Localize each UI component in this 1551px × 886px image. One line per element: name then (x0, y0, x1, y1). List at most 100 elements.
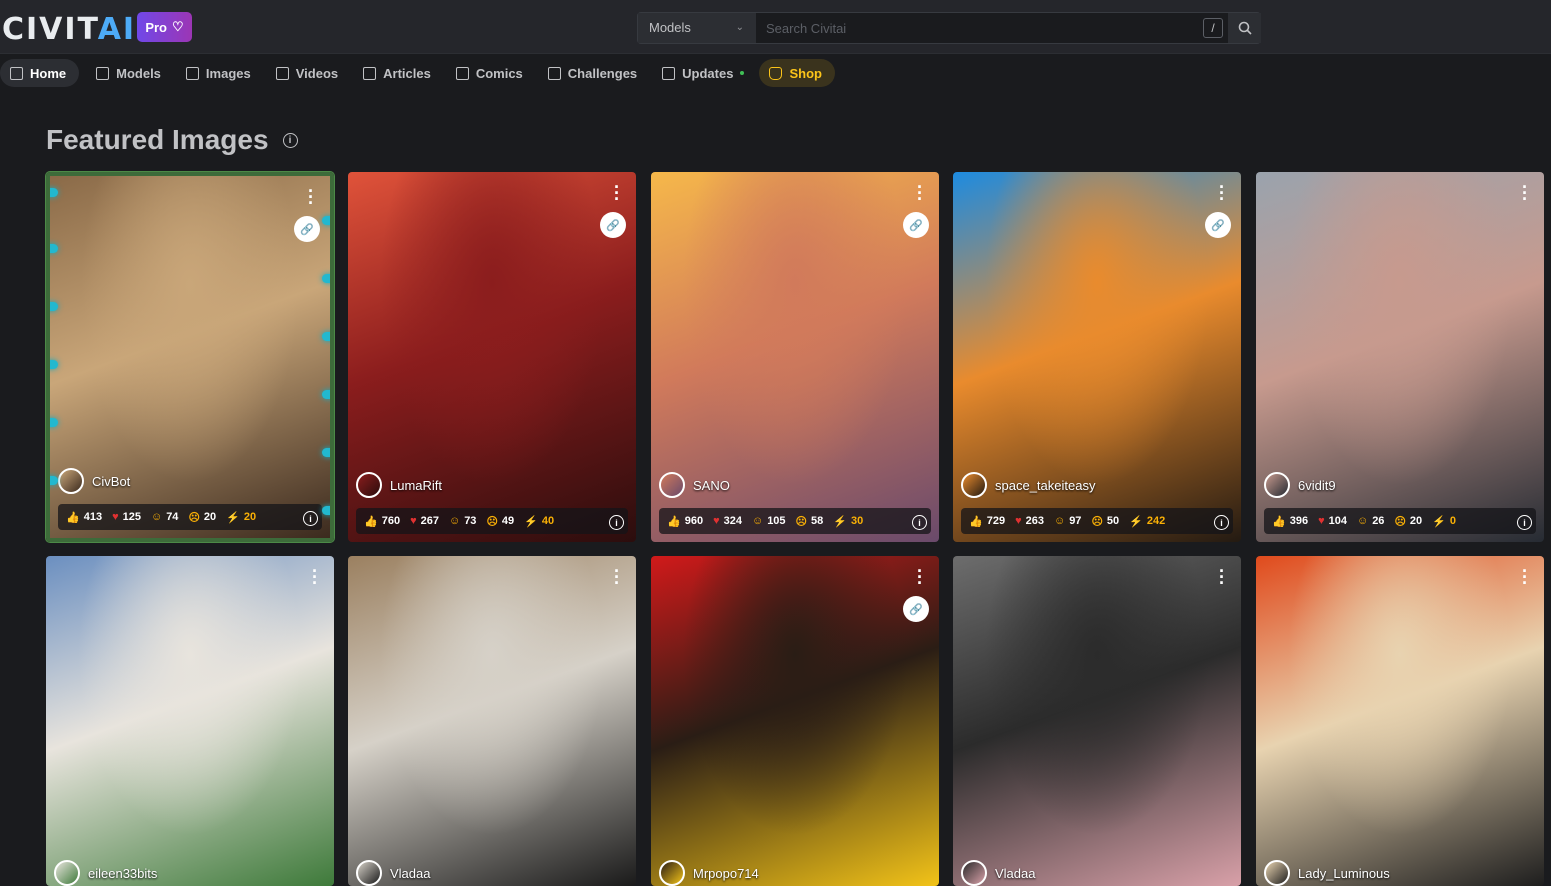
more-options-icon[interactable]: · · · (612, 562, 622, 592)
reaction-count[interactable]: ♥ 263 (1015, 515, 1044, 527)
search-scope-select[interactable]: Models ⌄ (638, 13, 756, 43)
more-options-icon[interactable]: · · · (915, 562, 925, 592)
reaction-count[interactable]: ⚡ 242 (1129, 515, 1165, 528)
diamond-icon: ♡ (172, 19, 184, 34)
selection-handle[interactable] (50, 302, 58, 311)
nav-videos[interactable]: Videos (266, 59, 351, 87)
nav-comics[interactable]: Comics (446, 59, 536, 87)
more-options-icon[interactable]: · · · (612, 178, 622, 208)
creator-info[interactable]: Mrpopo714 (659, 860, 759, 886)
image-info-icon[interactable]: i (609, 515, 624, 530)
image-card[interactable]: · · · 🔗 space_takeiteasy 👍 729 ♥ 263 ☺ 97 ☹ 50 ⚡ 242 i (953, 172, 1241, 542)
image-card[interactable]: · · · Vladaa (348, 556, 636, 886)
selection-handle[interactable] (322, 332, 330, 341)
image-info-icon[interactable]: i (912, 515, 927, 530)
remix-link-icon[interactable]: 🔗 (903, 212, 929, 238)
image-card[interactable]: · · · 🔗 SANO 👍 960 ♥ 324 ☺ 105 ☹ 58 ⚡ 30 i (651, 172, 939, 542)
selection-handle[interactable] (322, 506, 330, 515)
nav-label: Models (116, 65, 161, 81)
selection-handle[interactable] (50, 476, 58, 485)
creator-info[interactable]: Vladaa (961, 860, 1035, 886)
reaction-count[interactable]: 👍 413 (66, 511, 102, 524)
reaction-count[interactable]: ☹ 20 (188, 511, 216, 524)
more-options-icon[interactable]: · · · (1520, 178, 1530, 208)
search-button[interactable] (1228, 13, 1261, 43)
reaction-count[interactable]: ☹ 50 (1091, 515, 1119, 528)
reaction-count[interactable]: 👍 729 (969, 515, 1005, 528)
civitai-logo[interactable]: CIVITAI (2, 12, 136, 47)
reaction-count[interactable]: ⚡ 40 (524, 515, 554, 528)
nav-home[interactable]: Home (0, 59, 80, 87)
reaction-count[interactable]: ♥ 104 (1318, 515, 1347, 527)
selection-handle[interactable] (50, 244, 58, 253)
nav-challenges[interactable]: Challenges (538, 59, 650, 87)
pro-badge[interactable]: Pro ♡ (137, 12, 192, 42)
search-input[interactable] (756, 13, 1206, 43)
creator-info[interactable]: 6vidit9 (1264, 472, 1336, 498)
info-icon[interactable]: i (282, 132, 298, 148)
creator-info[interactable]: Lady_Luminous (1264, 860, 1390, 886)
image-card[interactable]: · · · 🔗 LumaRift 👍 760 ♥ 267 ☺ 73 ☹ 49 ⚡ 40 i (348, 172, 636, 542)
creator-info[interactable]: SANO (659, 472, 730, 498)
remix-link-icon[interactable]: 🔗 (903, 596, 929, 622)
more-options-icon[interactable]: · · · (306, 182, 316, 212)
reaction-value: 40 (541, 515, 555, 527)
remix-link-icon[interactable]: 🔗 (600, 212, 626, 238)
book-icon (455, 66, 469, 80)
selection-handle[interactable] (322, 390, 330, 399)
creator-info[interactable]: Vladaa (356, 860, 430, 886)
remix-link-icon[interactable]: 🔗 (1205, 212, 1231, 238)
nav-models[interactable]: Models (86, 59, 174, 87)
nav-images[interactable]: Images (176, 59, 264, 87)
creator-info[interactable]: eileen33bits (54, 860, 157, 886)
reaction-count[interactable]: ☹ 49 (486, 515, 514, 528)
top-header: CIVITAI Pro ♡ Models ⌄ / (0, 0, 1551, 54)
image-card[interactable]: · · · Vladaa (953, 556, 1241, 886)
reaction-count[interactable]: ☹ 20 (1394, 515, 1422, 528)
reaction-count[interactable]: ☺ 73 (449, 515, 476, 527)
creator-info[interactable]: space_takeiteasy (961, 472, 1095, 498)
image-card[interactable]: · · · 🔗 Mrpopo714 (651, 556, 939, 886)
remix-link-icon[interactable]: 🔗 (294, 216, 320, 242)
more-options-icon[interactable]: · · · (915, 178, 925, 208)
more-options-icon[interactable]: · · · (1217, 178, 1227, 208)
reaction-count[interactable]: ♥ 125 (112, 511, 141, 523)
image-card[interactable]: · · · 6vidit9 👍 396 ♥ 104 ☺ 26 ☹ 20 ⚡ 0 i (1256, 172, 1544, 542)
nav-articles[interactable]: Articles (353, 59, 444, 87)
image-card[interactable]: · · · Lady_Luminous (1256, 556, 1544, 886)
selection-handle[interactable] (322, 448, 330, 457)
laugh-icon: ☺ (751, 515, 764, 527)
image-card[interactable]: · · · eileen33bits (46, 556, 334, 886)
reaction-count[interactable]: ☹ 58 (796, 515, 824, 528)
more-options-icon[interactable]: · · · (1520, 562, 1530, 592)
image-card[interactable]: · · · 🔗 CivBot 👍 413 ♥ 125 ☺ 74 ☹ 20 ⚡ 20 i (46, 172, 334, 542)
selection-handle[interactable] (50, 418, 58, 427)
reaction-count[interactable]: ⚡ 20 (226, 511, 256, 524)
more-options-icon[interactable]: · · · (310, 562, 320, 592)
reaction-count[interactable]: ⚡ 0 (1432, 515, 1456, 528)
selection-handle[interactable] (322, 274, 330, 283)
selection-handle[interactable] (322, 216, 330, 225)
reaction-count[interactable]: ☺ 105 (752, 515, 786, 527)
image-info-icon[interactable]: i (1214, 515, 1229, 530)
reaction-count[interactable]: ☺ 26 (1357, 515, 1384, 527)
reaction-count[interactable]: ⚡ 30 (833, 515, 863, 528)
creator-info[interactable]: LumaRift (356, 472, 442, 498)
selection-handle[interactable] (50, 360, 58, 369)
reaction-count[interactable]: ☺ 97 (1054, 515, 1081, 527)
image-info-icon[interactable]: i (303, 511, 318, 526)
reaction-count[interactable]: 👍 396 (1272, 515, 1308, 528)
reaction-count[interactable]: ♥ 324 (713, 515, 742, 527)
nav-updates[interactable]: Updates (652, 59, 757, 87)
image-info-icon[interactable]: i (1517, 515, 1532, 530)
creator-info[interactable]: CivBot (58, 468, 130, 494)
home-icon (10, 66, 23, 80)
more-options-icon[interactable]: · · · (1217, 562, 1227, 592)
nav-shop[interactable]: Shop (759, 59, 835, 87)
selection-handle[interactable] (50, 188, 58, 197)
reaction-count[interactable]: ☺ 74 (151, 511, 178, 523)
reaction-count[interactable]: 👍 960 (667, 515, 703, 528)
reaction-count[interactable]: 👍 760 (364, 515, 400, 528)
reaction-count[interactable]: ♥ 267 (410, 515, 439, 527)
avatar (58, 468, 84, 494)
